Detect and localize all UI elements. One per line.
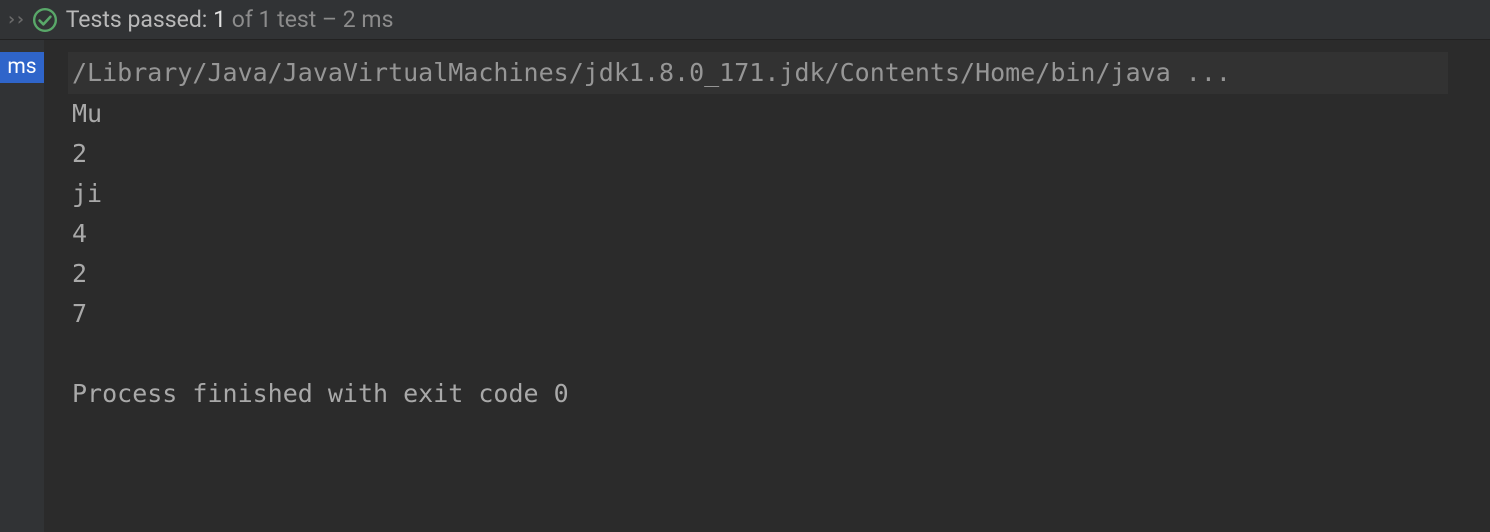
tests-passed-icon (32, 7, 58, 33)
ms-badge[interactable]: ms (0, 52, 44, 83)
console-output[interactable]: /Library/Java/JavaVirtualMachines/jdk1.8… (44, 40, 1490, 532)
output-line: ji (72, 174, 1472, 214)
output-line: 4 (72, 214, 1472, 254)
status-lead: Tests passed: (66, 6, 208, 33)
status-rest: of 1 test – 2 ms (226, 6, 393, 33)
output-line: Mu (72, 94, 1472, 134)
chevrons-icon[interactable]: ›› (6, 9, 24, 30)
console-gutter: ms (0, 40, 44, 532)
output-line: 7 (72, 294, 1472, 334)
output-line: 2 (72, 254, 1472, 294)
console-row: ms /Library/Java/JavaVirtualMachines/jdk… (0, 40, 1490, 532)
command-line[interactable]: /Library/Java/JavaVirtualMachines/jdk1.8… (68, 52, 1448, 94)
output-line: 2 (72, 134, 1472, 174)
test-status-bar: ›› Tests passed: 1 of 1 test – 2 ms (0, 0, 1490, 40)
blank-line (72, 334, 1472, 374)
test-status-text: Tests passed: 1 of 1 test – 2 ms (66, 6, 394, 33)
status-count: 1 (213, 6, 226, 33)
exit-message: Process finished with exit code 0 (72, 374, 1472, 414)
